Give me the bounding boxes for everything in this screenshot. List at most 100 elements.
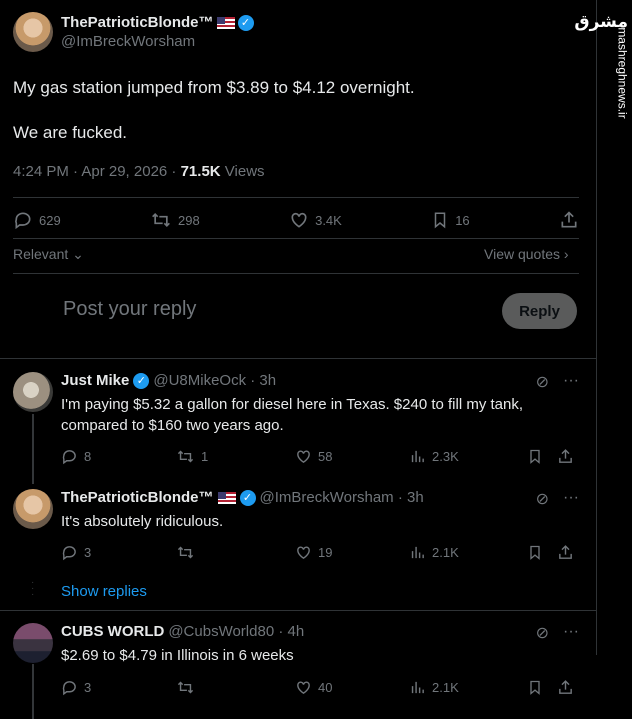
share-action[interactable]: [557, 448, 574, 465]
reply-menu: ⊘ ···: [536, 372, 579, 392]
avatar[interactable]: [13, 489, 53, 529]
reply-author-name[interactable]: ThePatrioticBlonde™: [61, 489, 214, 506]
divider: [13, 273, 579, 274]
views-action[interactable]: 2.1K: [409, 544, 527, 561]
share-action[interactable]: [557, 544, 574, 561]
bookmark-action[interactable]: [527, 448, 557, 465]
heart-icon: [297, 546, 310, 560]
views-action[interactable]: 2.3K: [409, 448, 527, 465]
heart-icon: [297, 450, 310, 464]
reply-action[interactable]: 8: [61, 448, 176, 465]
like-action[interactable]: 58: [295, 448, 409, 465]
reply-input[interactable]: Post your reply: [63, 298, 196, 321]
reply-header: CUBS WORLD @CubsWorld80 · 4h: [61, 623, 304, 640]
like-count: 40: [318, 680, 333, 695]
like-action[interactable]: 40: [295, 679, 409, 696]
more-icon[interactable]: ···: [563, 372, 579, 392]
grok-icon[interactable]: ⊘: [536, 372, 549, 392]
views-icon: [411, 546, 424, 559]
share-action[interactable]: [557, 679, 574, 696]
post-meta: 4:24 PM · Apr 29, 2026 · 71.5K Views: [13, 163, 265, 180]
repost-icon: [152, 212, 170, 228]
reply-handle[interactable]: @U8MikeOck · 3h: [153, 372, 276, 389]
author-handle[interactable]: @ImBreckWorsham: [61, 33, 254, 50]
chevron-down-icon: ⌄: [68, 246, 84, 262]
repost-action[interactable]: 1: [176, 448, 295, 465]
bookmark-count: 16: [455, 212, 470, 228]
column-border: [596, 0, 597, 655]
repost-action[interactable]: [176, 679, 295, 696]
reply-author-name[interactable]: Just Mike: [61, 372, 129, 389]
post-text: My gas station jumped from $3.89 to $4.1…: [13, 76, 573, 166]
more-icon[interactable]: ···: [563, 489, 579, 509]
author-name[interactable]: ThePatrioticBlonde™: [61, 14, 214, 31]
view-quotes-label: View quotes: [484, 246, 561, 262]
views-action[interactable]: 2.1K: [409, 679, 527, 696]
like-count: 58: [318, 449, 333, 464]
reply-actions: 3 19 2.1K: [61, 544, 579, 561]
reply-actions: 3 40 2.1K: [61, 679, 579, 696]
reply-header: Just Mike ✓ @U8MikeOck · 3h: [61, 372, 276, 389]
like-action[interactable]: 3.4K: [289, 210, 342, 230]
verified-badge-icon: ✓: [237, 14, 254, 31]
reply-menu: ⊘ ···: [536, 489, 579, 509]
more-icon[interactable]: ···: [563, 623, 579, 643]
like-action[interactable]: 19: [295, 544, 409, 561]
reply-icon: [15, 212, 31, 230]
divider: [0, 610, 596, 611]
reply-icon: [62, 450, 76, 465]
post-text-line: My gas station jumped from $3.89 to $4.1…: [13, 78, 415, 97]
reply-count: 629: [39, 212, 61, 228]
repost-count: 1: [201, 449, 209, 464]
bookmark-action[interactable]: [527, 544, 557, 561]
grok-icon[interactable]: ⊘: [536, 623, 549, 643]
thread-dots: · · ·: [31, 577, 35, 600]
reply-handle[interactable]: @ImBreckWorsham · 3h: [260, 489, 424, 506]
views-label: Views: [220, 163, 265, 180]
like-count: 3.4K: [315, 212, 342, 228]
bookmark-action[interactable]: [527, 679, 557, 696]
avatar[interactable]: [13, 372, 53, 412]
views-icon: [411, 450, 424, 463]
bookmark-icon: [530, 545, 540, 560]
reply-text: $2.69 to $4.79 in Illinois in 6 weeks: [61, 647, 294, 664]
reply-action[interactable]: 629: [13, 210, 61, 230]
reply-button[interactable]: Reply: [502, 293, 577, 329]
repost-action[interactable]: [176, 544, 295, 561]
reply-text: It's absolutely ridiculous.: [61, 513, 224, 530]
show-replies-link[interactable]: Show replies: [61, 583, 147, 600]
reply-action[interactable]: 3: [61, 544, 176, 561]
sort-dropdown[interactable]: Relevant ⌄: [13, 246, 84, 263]
bookmark-action[interactable]: 16: [431, 210, 470, 230]
reply-author-name[interactable]: CUBS WORLD: [61, 623, 164, 640]
avatar[interactable]: [13, 623, 53, 663]
like-count: 19: [318, 545, 333, 560]
reply-icon: [62, 681, 76, 696]
repost-icon: [177, 450, 194, 463]
post-text-line: We are fucked.: [13, 123, 128, 142]
share-icon: [559, 545, 572, 559]
reply-count: 8: [84, 449, 92, 464]
view-quotes-link[interactable]: View quotes ›: [484, 246, 569, 262]
verified-badge-icon: ✓: [239, 489, 256, 506]
reply-action[interactable]: 3: [61, 679, 176, 696]
views-count: 2.1K: [432, 545, 459, 560]
share-action[interactable]: [559, 210, 579, 230]
views-count: 71.5K: [180, 163, 221, 180]
reply-menu: ⊘ ···: [536, 623, 579, 643]
views-count: 2.1K: [432, 680, 459, 695]
avatar[interactable]: [13, 12, 53, 52]
reply-text: I'm paying $5.32 a gallon for diesel her…: [61, 396, 524, 434]
bookmark-icon: [530, 449, 540, 464]
watermark-site: mashreghnews.ir: [615, 27, 630, 119]
bookmark-icon: [530, 680, 540, 695]
sort-label: Relevant: [13, 246, 69, 262]
grok-icon[interactable]: ⊘: [536, 489, 549, 509]
divider: [13, 238, 579, 239]
reply-handle[interactable]: @CubsWorld80 · 4h: [168, 623, 304, 640]
post-time[interactable]: 4:24 PM · Apr 29, 2026 ·: [13, 163, 181, 180]
repost-action[interactable]: 298: [150, 210, 200, 230]
reply-count: 3: [84, 545, 92, 560]
views-icon: [411, 681, 424, 694]
heart-icon: [297, 681, 310, 695]
